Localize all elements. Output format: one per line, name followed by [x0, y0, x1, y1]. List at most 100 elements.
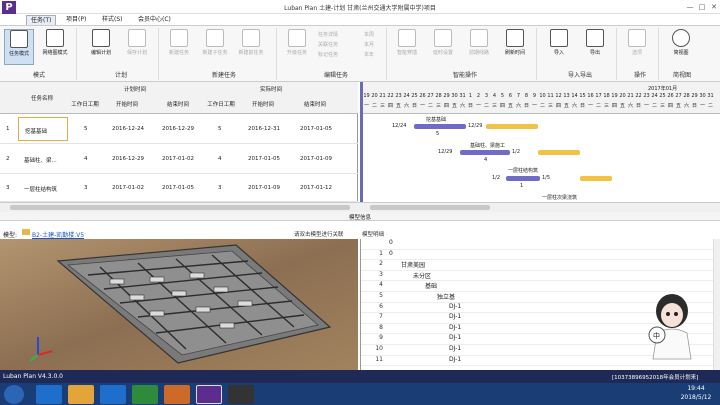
edit-plan-button[interactable]: 编辑计划	[86, 29, 116, 65]
refresh-time-button[interactable]: 刷新时间	[500, 29, 530, 65]
planned-time-header: 计划时间	[123, 87, 146, 93]
tree-row-label: 甘肃美园	[401, 262, 426, 270]
export-button[interactable]: 导出	[580, 29, 610, 65]
refresh-icon	[506, 29, 524, 47]
gantt-task-label: 一层柱结构筑	[508, 168, 539, 174]
new-task-icon	[170, 29, 188, 47]
save-plan-button[interactable]: 保存计划	[122, 29, 152, 65]
scroll-thumb[interactable]	[10, 205, 350, 210]
group-label-new-task: 新建任务	[211, 72, 236, 79]
gantt-task-label: 一层柱次梁浇筑	[542, 195, 578, 201]
luban-plan-taskbar-icon[interactable]	[196, 385, 222, 404]
actual-bar[interactable]	[580, 176, 612, 181]
col-actual-start[interactable]: 开始时间	[238, 100, 288, 108]
gantt-day: 31	[707, 93, 714, 99]
menu-member[interactable]: 会员中心(C)	[134, 15, 175, 25]
col-task-name[interactable]: 任务名称	[16, 94, 68, 102]
col-actual-duration[interactable]: 工作日工期	[204, 100, 238, 108]
tree-row-label: DJ-1	[449, 313, 462, 321]
task-name-cell[interactable]: 挖基基础	[18, 117, 68, 141]
plan-bar[interactable]	[506, 176, 540, 181]
tree-row[interactable]: 2 甘肃美园	[361, 260, 713, 271]
ie-icon[interactable]	[36, 385, 62, 404]
scroll-thumb[interactable]	[370, 205, 490, 210]
panel-header: 模型信息	[0, 212, 720, 221]
qq-icon[interactable]	[228, 385, 254, 404]
plan-bar[interactable]	[414, 124, 466, 129]
link-task-button[interactable]: 关联任务	[318, 41, 338, 48]
group-label-smart: 智能操作	[452, 72, 477, 79]
early-line-button[interactable]: 前期线路	[464, 29, 494, 65]
tree-row-number: 10	[375, 345, 383, 352]
col-end[interactable]: 结束时间	[152, 100, 204, 108]
menu-bar: 任务(T) 项目(P) 样式(S) 会员中心(C)	[0, 14, 720, 26]
link-model-hint[interactable]: 请双击模型进行关联	[294, 230, 344, 238]
tree-row-number: 11	[375, 355, 383, 363]
new-task-button[interactable]: 新建任务	[164, 29, 194, 65]
options-button[interactable]: 选项	[622, 29, 652, 65]
new-pretask-button[interactable]: 新建前任务	[236, 29, 266, 65]
folder-app-icon[interactable]	[164, 385, 190, 404]
tree-row[interactable]: 0	[361, 239, 713, 250]
options-icon	[628, 29, 646, 47]
tree-row[interactable]: 3 未分区	[361, 271, 713, 282]
start-icon[interactable]	[4, 385, 24, 404]
task-detail-button[interactable]: 任务详情	[318, 31, 338, 38]
col-duration[interactable]: 工作日工期	[68, 100, 102, 108]
task-mode-button[interactable]: 任务模式	[4, 29, 34, 65]
col-start[interactable]: 开始时间	[102, 100, 152, 108]
clock-time: 19:44	[687, 385, 705, 392]
gantt-month-label: 2017年01月	[648, 86, 678, 92]
this-week-button[interactable]: 本周	[364, 31, 374, 38]
col-actual-end[interactable]: 结束时间	[288, 100, 342, 108]
menu-style[interactable]: 样式(S)	[98, 15, 127, 25]
tree-row[interactable]: 10	[361, 250, 713, 261]
actual-bar[interactable]	[486, 124, 538, 129]
delay-icon	[434, 29, 452, 47]
table-row[interactable]: 2 基础柱、梁... 4 2016-12-29 2017-01-02 4 201…	[0, 144, 358, 174]
menu-task[interactable]: 任务(T)	[26, 15, 57, 25]
excel-icon[interactable]	[132, 385, 158, 404]
gantt-weekday: 二	[707, 103, 713, 109]
maximize-icon[interactable]: □	[696, 2, 708, 12]
close-icon[interactable]: ✕	[708, 2, 720, 12]
network-mode-button[interactable]: 网络图模式	[40, 29, 70, 65]
media-icon[interactable]	[100, 385, 126, 404]
group-label-mode: 模式	[32, 72, 45, 79]
explorer-icon[interactable]	[68, 385, 94, 404]
tree-row-label: 0	[389, 239, 393, 246]
assistant-mascot-icon[interactable]: 中	[643, 289, 701, 361]
smart-insert-button[interactable]: 智能穿插	[392, 29, 422, 65]
task-name-cell[interactable]: 一层柱结构筑	[24, 185, 57, 193]
table-row[interactable]: 3 一层柱结构筑 3 2017-01-02 2017-01-05 3 2017-…	[0, 174, 358, 202]
group-label-simple-view: 简视图	[672, 72, 691, 79]
new-subtask-button[interactable]: 新建子任务	[200, 29, 230, 65]
tree-row-number: 6	[379, 302, 383, 310]
table-row[interactable]: 1 挖基基础 5 2016-12-24 2016-12-29 5 2016-12…	[0, 114, 358, 144]
import-button[interactable]: 导入	[544, 29, 574, 65]
this-month-button[interactable]: 本月	[364, 41, 374, 48]
task-name-cell[interactable]: 基础柱、梁...	[24, 156, 57, 164]
task-mode-icon	[10, 30, 28, 48]
tree-row-label: DJ-1	[449, 355, 462, 363]
gantt-chart[interactable]: 2017年01月 19 一 20 二 21 三 22 四 23 五 24 六 25 日 26 一 27 二 28 三 2…	[360, 82, 720, 202]
tree-row-label: DJ-1	[449, 345, 462, 352]
version-text: Luban Plan V4.3.0.0	[3, 373, 64, 380]
this-year-button[interactable]: 本年	[364, 51, 374, 58]
tree-row-number: 1	[379, 249, 383, 257]
upgrade-task-button[interactable]: 升级任务	[282, 29, 312, 65]
horizontal-scrollbar[interactable]	[0, 202, 720, 212]
tree-row-number: 3	[379, 270, 383, 278]
model-3d-view[interactable]	[0, 239, 358, 370]
actual-bar[interactable]	[538, 150, 580, 155]
title-bar: P Luban Plan 土建-计划 甘肃(兰州交通大学附属中学)项目 — □ …	[0, 0, 720, 15]
minimize-icon[interactable]: —	[684, 2, 696, 12]
mark-task-button[interactable]: 标记任务	[318, 51, 338, 58]
vertical-scrollbar[interactable]	[713, 239, 720, 370]
tree-row-number: 5	[379, 292, 383, 299]
plan-bar[interactable]	[460, 150, 510, 155]
menu-project[interactable]: 项目(P)	[62, 15, 90, 25]
delay-setting-button[interactable]: 延时设置	[428, 29, 458, 65]
simple-view-button[interactable]: 简视图	[666, 29, 696, 65]
model-path-link[interactable]: B2-土建-凯勤楼.V5	[32, 230, 84, 239]
